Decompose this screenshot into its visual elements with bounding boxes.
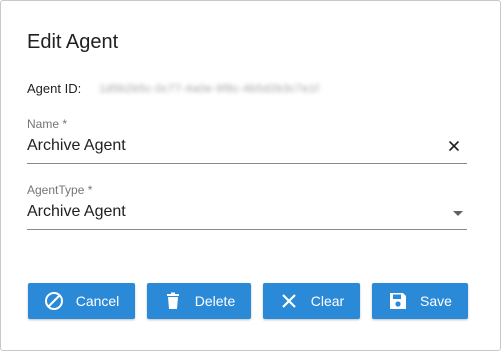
cancel-button-label: Cancel (75, 293, 120, 309)
agent-type-value[interactable]: Archive Agent (27, 203, 126, 221)
agent-type-label: AgentType * (27, 183, 93, 197)
delete-button[interactable]: Delete (147, 283, 251, 319)
agent-id-value: 1d5b2b5c-0c77-4a0e-9f8c-4b5d2b3c7e1f (99, 82, 320, 95)
arrow-drop-down-icon[interactable] (453, 211, 463, 216)
name-field-value[interactable]: Archive Agent (27, 137, 126, 155)
close-icon (279, 291, 299, 311)
clear-name-icon[interactable] (447, 139, 461, 153)
trash-icon (163, 291, 183, 311)
clear-button[interactable]: Clear (263, 283, 360, 319)
save-button-label: Save (420, 293, 452, 309)
name-field-label: Name * (27, 117, 68, 131)
floppy-disk-icon (388, 291, 408, 311)
clear-button-label: Clear (310, 293, 345, 309)
block-icon (44, 291, 64, 311)
dialog-title: Edit Agent (27, 31, 119, 53)
agent-id-row: Agent ID: 1d5b2b5c-0c77-4a0e-9f8c-4b5d2b… (27, 81, 319, 96)
agent-type-select[interactable]: AgentType * Archive Agent (27, 183, 467, 230)
edit-agent-dialog: Edit Agent Agent ID: 1d5b2b5c-0c77-4a0e-… (0, 0, 501, 351)
name-field[interactable]: Name * Archive Agent (27, 117, 467, 164)
agent-id-label: Agent ID: (27, 81, 82, 96)
save-button[interactable]: Save (372, 283, 468, 319)
cancel-button[interactable]: Cancel (28, 283, 135, 319)
delete-button-label: Delete (194, 293, 236, 309)
